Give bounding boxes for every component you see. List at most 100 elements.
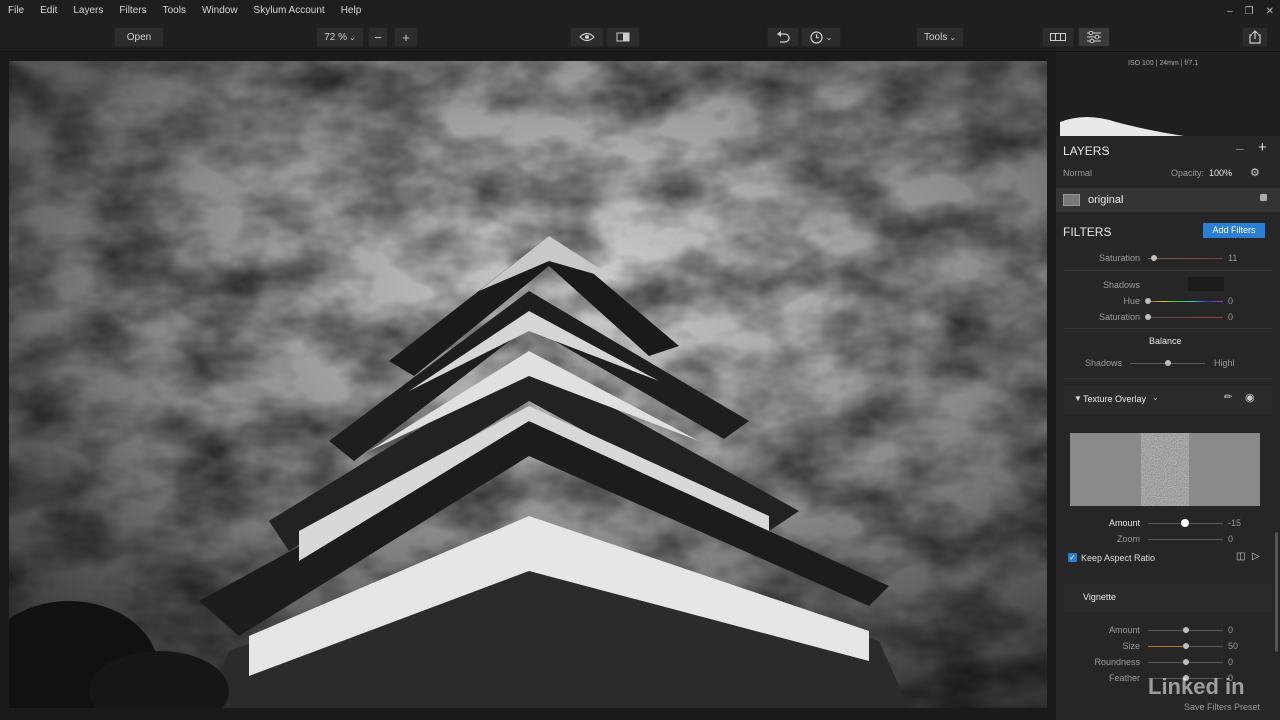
hue-track[interactable] <box>1148 301 1223 302</box>
layer-name: original <box>1088 194 1124 206</box>
keep-aspect-checkbox[interactable]: ✓ <box>1068 553 1077 562</box>
clock-icon <box>810 30 823 44</box>
add-filters-button[interactable]: Add Filters <box>1203 223 1265 238</box>
histogram: ISO 100 | 24mm | f/7.1 <box>1056 52 1280 136</box>
share-icon <box>1249 30 1261 44</box>
open-button[interactable]: Open <box>114 27 164 47</box>
minus-icon: − <box>374 29 382 45</box>
layer-item-original[interactable]: original <box>1056 188 1280 212</box>
chevron-down-icon: ⌄ <box>825 32 833 42</box>
menu-file[interactable]: File <box>0 0 32 22</box>
chevron-down-icon: ⌄ <box>1104 144 1111 153</box>
saturation-knob[interactable] <box>1151 255 1157 261</box>
lock-icon <box>1260 194 1267 201</box>
divider <box>1064 328 1272 329</box>
chevron-down-icon: ⌄ <box>349 32 356 42</box>
save-filters-preset-button[interactable]: Save Filters Preset <box>1184 702 1260 712</box>
texture-amount-knob[interactable] <box>1181 519 1190 527</box>
balance-knob[interactable] <box>1164 360 1171 366</box>
tools-menu-button[interactable]: Tools ⌄ <box>916 27 964 47</box>
flip-vertical-icon[interactable]: ▷ <box>1252 551 1260 562</box>
gear-icon[interactable]: ⚙ <box>1250 166 1260 179</box>
eye-icon[interactable]: ◉ <box>1245 391 1255 404</box>
undo-button[interactable] <box>767 27 799 47</box>
saturation-label: Saturation <box>1098 253 1140 263</box>
balance-right-label: Highl <box>1214 358 1235 368</box>
right-panel: ISO 100 | 24mm | f/7.1 LAYERS ⌄ – + Norm… <box>1056 52 1280 720</box>
vignette-size-knob[interactable] <box>1182 643 1189 649</box>
remove-layer-icon[interactable]: – <box>1236 140 1244 156</box>
shadows-saturation-track[interactable] <box>1148 317 1223 318</box>
menu-window[interactable]: Window <box>194 0 246 22</box>
restore-icon[interactable]: ❐ <box>1245 6 1254 17</box>
zoom-out-button[interactable]: − <box>368 27 388 47</box>
opacity-value[interactable]: 100% <box>1209 168 1232 178</box>
shadows-saturation-knob[interactable] <box>1145 314 1151 320</box>
brush-icon[interactable]: ✏ <box>1224 392 1232 403</box>
layers-title[interactable]: LAYERS <box>1063 144 1109 158</box>
shadows-group-label: Shadows <box>1102 280 1140 290</box>
sliders-icon <box>1087 31 1101 43</box>
menu-bar: File Edit Layers Filters Tools Window Sk… <box>0 0 1280 22</box>
add-layer-icon[interactable]: + <box>1258 139 1267 156</box>
layers-header: LAYERS ⌄ – + <box>1056 139 1280 160</box>
share-button[interactable] <box>1242 27 1268 47</box>
chevron-down-icon: ⌄ <box>949 32 957 42</box>
compare-button[interactable] <box>606 27 640 47</box>
divider <box>1064 270 1272 271</box>
vignette-amount-knob[interactable] <box>1182 627 1189 633</box>
tools-label: Tools <box>923 31 948 43</box>
vignette-header[interactable]: Vignette <box>1064 584 1272 612</box>
flip-horizontal-icon[interactable]: ◫ <box>1236 551 1245 562</box>
filters-view-button[interactable] <box>1078 27 1110 47</box>
panel-scrollbar[interactable] <box>1275 532 1278 652</box>
texture-noise-image <box>1141 433 1189 506</box>
menu-filters[interactable]: Filters <box>111 0 154 22</box>
collapse-triangle-icon[interactable]: ▼ <box>1074 394 1082 403</box>
texture-amount-value: -15 <box>1228 518 1242 528</box>
close-icon[interactable]: ✕ <box>1266 6 1274 17</box>
history-button[interactable]: ⌄ <box>801 27 841 47</box>
divider <box>1064 378 1272 379</box>
shadows-saturation-value: 0 <box>1228 312 1234 322</box>
compare-icon <box>616 32 630 42</box>
saturation-track[interactable] <box>1148 258 1223 259</box>
minimize-icon[interactable]: – <box>1227 6 1233 17</box>
filters-list: Saturation 11 Shadows Hue 0 Saturation 0… <box>1056 248 1280 718</box>
keep-aspect-label: Keep Aspect Ratio <box>1081 553 1156 563</box>
menu-help[interactable]: Help <box>333 0 370 22</box>
vignette-size-value: 50 <box>1228 641 1239 651</box>
hue-value: 0 <box>1228 296 1234 306</box>
texture-zoom-value: 0 <box>1228 534 1234 544</box>
texture-preview[interactable] <box>1070 433 1260 506</box>
menu-layers[interactable]: Layers <box>65 0 111 22</box>
vignette-roundness-knob[interactable] <box>1182 659 1189 665</box>
zoom-select[interactable]: 72 % ⌄ <box>316 27 364 47</box>
vignette-roundness-label: Roundness <box>1094 657 1140 667</box>
zoom-in-button[interactable]: + <box>394 27 418 47</box>
filters-header: FILTERS ⌄ Add Filters <box>1056 222 1280 242</box>
photo-canvas[interactable] <box>9 61 1047 708</box>
menu-skylum-account[interactable]: Skylum Account <box>246 0 333 22</box>
menu-tools[interactable]: Tools <box>155 0 194 22</box>
layer-thumbnail <box>1063 194 1080 206</box>
texture-overlay-header[interactable]: ▼ Texture Overlay ⌄ ✏ ◉ <box>1064 386 1272 414</box>
linkedin-watermark: Linked in <box>1148 674 1245 699</box>
undo-icon <box>777 31 790 43</box>
menu-edit[interactable]: Edit <box>32 0 65 22</box>
shadows-color-swatch[interactable] <box>1188 277 1224 291</box>
plus-icon: + <box>402 29 410 45</box>
layers-view-button[interactable] <box>1042 27 1074 47</box>
layer-options: Normal Opacity: 100% ⚙ <box>1056 166 1280 182</box>
toolbar: Open 72 % ⌄ − + ⌄ Tools ⌄ <box>0 22 1280 52</box>
vignette-amount-label: Amount <box>1108 625 1140 635</box>
preview-button[interactable] <box>570 27 604 47</box>
balance-label: Balance <box>1149 336 1182 346</box>
blend-mode-select[interactable]: Normal <box>1063 168 1092 178</box>
texture-zoom-track[interactable] <box>1148 539 1223 540</box>
vignette-title: Vignette <box>1083 592 1116 602</box>
hue-knob[interactable] <box>1145 298 1151 304</box>
eye-icon <box>579 32 595 42</box>
chevron-down-icon: ⌄ <box>1152 393 1159 402</box>
vignette-size-label: Size <box>1122 641 1140 651</box>
